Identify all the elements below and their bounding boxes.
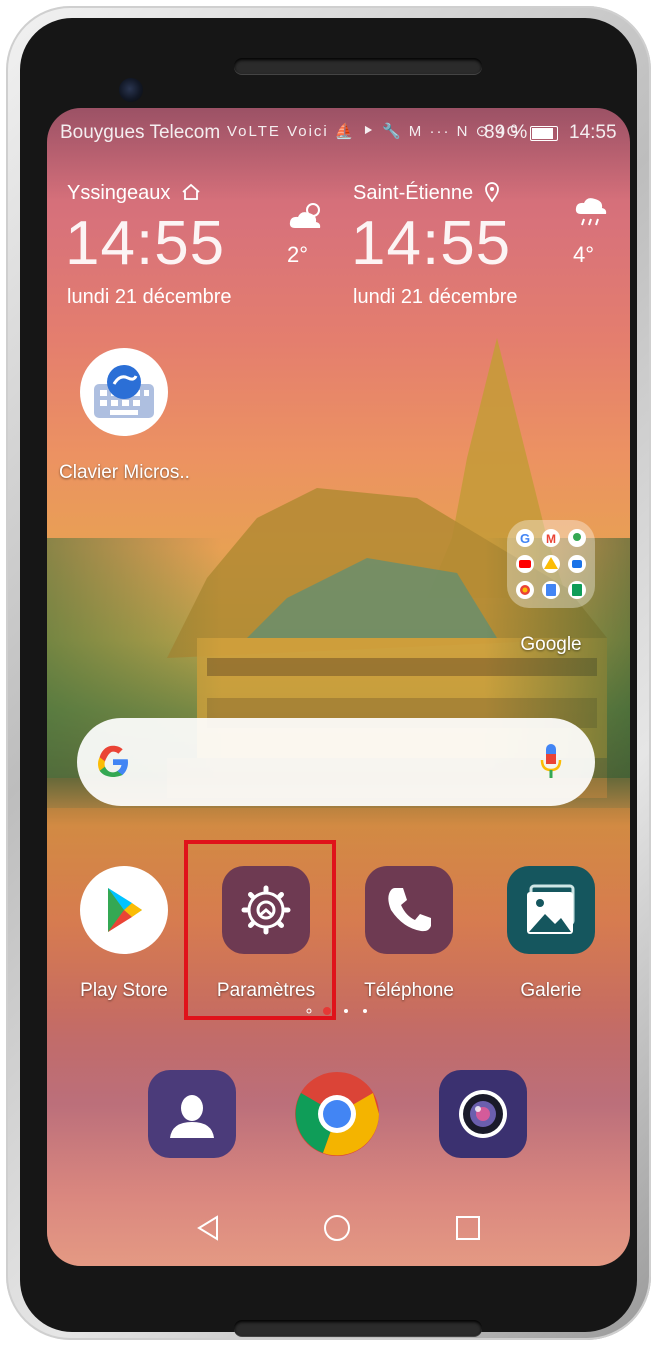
page-indicator	[306, 1007, 367, 1015]
svg-text:M: M	[546, 532, 556, 546]
widget-temperature: 2°	[287, 242, 309, 267]
widget-city: Yssingeaux	[67, 182, 171, 204]
settings-highlight-box	[184, 840, 336, 1020]
status-time: 14:55	[569, 122, 617, 143]
recents-icon[interactable]	[455, 1215, 481, 1241]
svg-text:G: G	[520, 531, 530, 546]
keyboard-app-label: Clavier Micros..	[59, 462, 190, 483]
gallery-label: Galerie	[520, 980, 582, 1001]
google-folder-icon[interactable]: G M	[507, 520, 595, 608]
contacts-icon	[170, 1095, 214, 1138]
camera-icon	[459, 1090, 507, 1138]
battery-icon	[530, 126, 558, 141]
play-store-label: Play Store	[80, 980, 168, 1001]
widget-city: Saint-Étienne	[353, 182, 474, 204]
home-screen: Bouygues Telecom VoLTE Voici ⛵ ⯈ 🔧 M ···…	[47, 108, 630, 1266]
widget-time: 14:55	[351, 209, 512, 278]
clock-widget-yssingeaux[interactable]: Yssingeaux	[67, 182, 201, 205]
battery-percent: 89 %	[484, 122, 528, 143]
top-speaker	[234, 58, 482, 74]
status-bar: Bouygues Telecom VoLTE Voici ⛵ ⯈ 🔧 M ···…	[47, 108, 630, 156]
gallery-photos-icon	[527, 884, 575, 934]
rain-icon	[575, 198, 607, 226]
status-icons: VoLTE Voici ⛵ ⯈ 🔧 M ··· N ⊙ 4G	[227, 123, 521, 140]
carrier-name: Bouygues Telecom	[60, 122, 221, 143]
widget-time: 14:55	[65, 209, 226, 278]
chrome-app-icon[interactable]	[293, 1070, 381, 1158]
home-icon	[182, 183, 200, 200]
phone-label: Téléphone	[364, 980, 454, 1001]
play-store-app-icon[interactable]	[80, 866, 168, 954]
location-pin-icon	[484, 182, 499, 203]
widget-date: lundi 21 décembre	[67, 286, 232, 308]
widget-date: lundi 21 décembre	[353, 286, 518, 308]
phone-app-icon[interactable]	[365, 866, 453, 954]
keyboard-app-icon[interactable]	[80, 348, 168, 436]
google-apps-grid-icon: G M	[516, 529, 586, 599]
keyboard-icon	[94, 365, 154, 418]
contacts-app-icon[interactable]	[148, 1070, 236, 1158]
google-g-icon	[98, 745, 128, 777]
front-camera	[119, 78, 143, 102]
play-store-icon	[108, 888, 142, 932]
chrome-icon	[295, 1072, 379, 1156]
phone-handset-icon	[388, 888, 431, 932]
google-folder-label: Google	[520, 634, 582, 655]
widget-temperature: 4°	[573, 242, 595, 267]
clock-widget-saint-etienne[interactable]: Saint-Étienne	[353, 182, 500, 205]
back-icon[interactable]	[195, 1214, 221, 1242]
gallery-app-icon[interactable]	[507, 866, 595, 954]
partly-sunny-icon	[289, 203, 321, 228]
voice-search-mic-icon[interactable]	[539, 742, 563, 782]
home-icon[interactable]	[323, 1214, 351, 1242]
camera-app-icon[interactable]	[439, 1070, 527, 1158]
bottom-speaker	[234, 1320, 482, 1336]
google-search-bar[interactable]	[77, 718, 595, 806]
